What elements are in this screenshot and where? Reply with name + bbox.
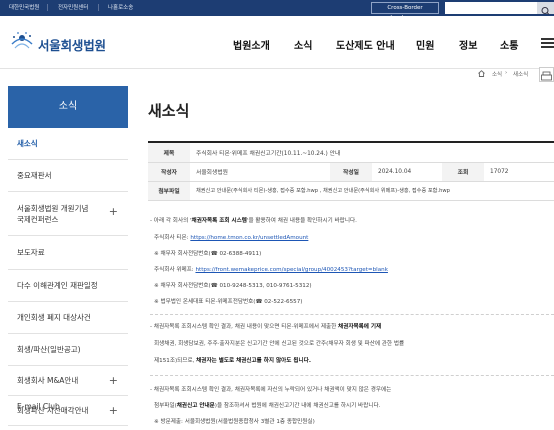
- cross-border-insolvency-button[interactable]: Cross-Border Insolvency: [371, 2, 439, 21]
- content-line: ※ 채무자 회사전담번호(☎ 02-6388-4911): [154, 251, 262, 257]
- attachment-links[interactable]: 채권신고 안내문(주식회사 티몬)-생홍, 접수증 포함.hwp , 채권신고 …: [190, 181, 554, 201]
- site-header: 서울회생법원 법원소개 소식 도산제도 안내 민원 정보 소통: [0, 16, 554, 69]
- sidebar-item-label: 다수 이해관계인 재판일정: [17, 281, 98, 290]
- content-line: - 아래 각 회사의 '채권자목록 조회 시스템'을 활용하여 채권 내용을 확…: [150, 216, 357, 224]
- print-button[interactable]: [539, 67, 554, 82]
- sidebar-item-trial-schedule[interactable]: 다수 이해관계인 재판일정: [8, 270, 128, 302]
- nav-civil[interactable]: 민원: [416, 37, 434, 52]
- date-label: 작성일: [330, 162, 372, 182]
- divider: [150, 314, 554, 315]
- sidebar-item-label: 회생/파산(일반공고): [17, 345, 81, 354]
- sidebar-item-label: 서울회생법원 개원기념 국제컨퍼런스: [17, 204, 89, 224]
- content-line: ※ 방문제출: 서울회생법원(서울법원종합청사 3별관 1층 종합민원실): [154, 419, 315, 425]
- search-input[interactable]: [445, 2, 537, 14]
- menu-icon[interactable]: [541, 38, 554, 48]
- content-emphasis: 채권자목록에 기재: [338, 324, 382, 330]
- site-logo-text[interactable]: 서울회생법원: [38, 35, 106, 54]
- divider: [47, 4, 48, 11]
- content-emphasis: 채권자는 별도로 채권신고를 하지 않아도 됩니다.: [196, 358, 311, 364]
- top-link-self-litigation[interactable]: 나홀로소송: [108, 3, 133, 11]
- views-label: 조회: [442, 162, 484, 182]
- nav-about[interactable]: 법원소개: [233, 37, 270, 52]
- expand-plus-icon[interactable]: +: [109, 366, 118, 396]
- content-line: 주식회사 위메프: https://front.wemakeprice.com/…: [154, 265, 388, 273]
- wemakeprice-lookup-link[interactable]: https://front.wemakeprice.com/special/gr…: [195, 267, 387, 273]
- content-text: 제151조)되므로,: [154, 358, 197, 364]
- home-icon[interactable]: [478, 70, 485, 77]
- sidebar: 소식 새소식 중요재판서 서울회생법원 개원기념 국제컨퍼런스 + 보도자료 다수…: [8, 86, 128, 426]
- post-date: 2024.10.04: [372, 162, 442, 182]
- content-line: ※ 채무자 회사전담번호(☎ 010-9248-5313, 010-9761-5…: [154, 283, 312, 289]
- content-line: 주식회사 티몬: https://home.tmon.co.kr/unsettl…: [154, 233, 308, 241]
- post-author: 서울회생법원: [190, 162, 330, 182]
- sidebar-item-label: 보도자료: [17, 248, 45, 257]
- sidebar-item-conference[interactable]: 서울회생법원 개원기념 국제컨퍼런스 +: [8, 192, 128, 236]
- sidebar-item-label: 개인회생 폐지 대상사건: [17, 313, 91, 322]
- page-title: 새소식: [148, 102, 190, 120]
- content-line: ※ 법무법인 온세대표 티몬·위메프전담번호(☎ 02-522-6557): [154, 299, 303, 305]
- breadcrumb: [128, 69, 554, 81]
- nav-info[interactable]: 정보: [459, 37, 477, 52]
- author-label: 작성자: [148, 162, 190, 182]
- sidebar-item-label: 새소식: [17, 139, 38, 148]
- content-emphasis: 채권신고 안내문: [176, 403, 215, 409]
- post-views: 17072: [484, 162, 554, 182]
- expand-plus-icon[interactable]: +: [109, 206, 118, 217]
- post-subject: 주식회사 티몬·위메프 채권신고기간(10.11.~10.24.) 안내: [190, 143, 554, 163]
- content-text: 주식회사 티몬:: [154, 235, 191, 241]
- nav-news[interactable]: 소식: [294, 37, 312, 52]
- nav-bankruptcy-guide[interactable]: 도산제도 안내: [336, 37, 395, 52]
- post-info-table: 제목 주식회사 티몬·위메프 채권신고기간(10.11.~10.24.) 안내 작…: [148, 143, 554, 201]
- sidebar-item-abolished-cases[interactable]: 개인회생 폐지 대상사건: [8, 302, 128, 334]
- chevron-right-icon: ›: [505, 70, 508, 76]
- content-line: 첨부파일(채권신고 안내문)을 참조하셔서 법원에 채권신고기간 내에 채권신고…: [154, 401, 380, 409]
- sidebar-item-news[interactable]: 새소식: [8, 128, 128, 160]
- content-text: 주식회사 위메프:: [154, 267, 196, 273]
- content-text: )을 참조하셔서 법원에 채권신고기간 내에 채권신고를 하시기 바랍니다.: [214, 403, 381, 409]
- sidebar-item-ma[interactable]: 회생회사 M&A안내 +: [8, 366, 128, 396]
- content-line: - 채권자목록 조회시스템 확인 결과, 채권 내용이 맞으면 티몬·위메프에서…: [150, 322, 381, 330]
- content-emphasis: 채권자목록 조회 시스템: [191, 218, 247, 224]
- divider: [150, 375, 554, 376]
- court-logo-icon[interactable]: [8, 30, 38, 52]
- print-icon: [541, 71, 552, 81]
- tmon-lookup-link[interactable]: https://home.tmon.co.kr/unsettledAmount: [190, 235, 308, 241]
- content-line: 회생채권, 회생담보권, 주주·출자지분은 신고기간 안에 신고된 것으로 간주…: [154, 341, 405, 347]
- top-link-court[interactable]: 대한민국법원: [9, 3, 39, 11]
- content-line: - 채권자목록 조회시스템 확인 결과, 채권자목록에 자신의 누락되어 있거나…: [150, 385, 391, 393]
- divider: [98, 4, 99, 11]
- content-line: 제151조)되므로, 채권자는 별도로 채권신고를 하지 않아도 됩니다.: [154, 356, 311, 364]
- content-text: - 채권자목록 조회시스템 확인 결과, 채권 내용이 맞으면 티몬·위메프에서…: [150, 324, 339, 330]
- content-text: 첨부파일(: [154, 403, 177, 409]
- search-button[interactable]: [537, 2, 554, 15]
- breadcrumb-item[interactable]: 소식: [492, 70, 502, 78]
- breadcrumb-current: 새소식: [513, 72, 529, 78]
- top-utility-bar: 대한민국법원 전자민원센터 나홀로소송 Cross-Border Insolve…: [0, 0, 554, 21]
- sidebar-item-label: 중요재판서: [17, 171, 52, 180]
- top-link-ecivil[interactable]: 전자민원센터: [58, 3, 88, 11]
- sidebar-item-public-notice[interactable]: 회생/파산(일반공고): [8, 334, 128, 366]
- sidebar-item-label: E-mail Club: [17, 402, 60, 411]
- content-text: 채권자목록에 자신의 누락되어 있거나 채권액이 맞지 않은 경우에는: [234, 387, 392, 393]
- content-text: - 채권자목록 조회시스템 확인 결과,: [150, 387, 235, 393]
- sidebar-item-important-rulings[interactable]: 중요재판서: [8, 160, 128, 192]
- content-text: - 아래 각 회사의 ': [150, 218, 192, 224]
- content-text: '을 활용하여 채권 내용을 확인하시기 바랍니다.: [246, 218, 357, 224]
- sidebar-heading: 소식: [8, 86, 128, 128]
- sidebar-item-press[interactable]: 보도자료: [8, 236, 128, 270]
- nav-communication[interactable]: 소통: [500, 37, 518, 52]
- attachment-label: 첨부파일: [148, 181, 190, 201]
- subject-label: 제목: [148, 143, 190, 163]
- sidebar-item-label: 회생회사 M&A안내: [17, 376, 79, 385]
